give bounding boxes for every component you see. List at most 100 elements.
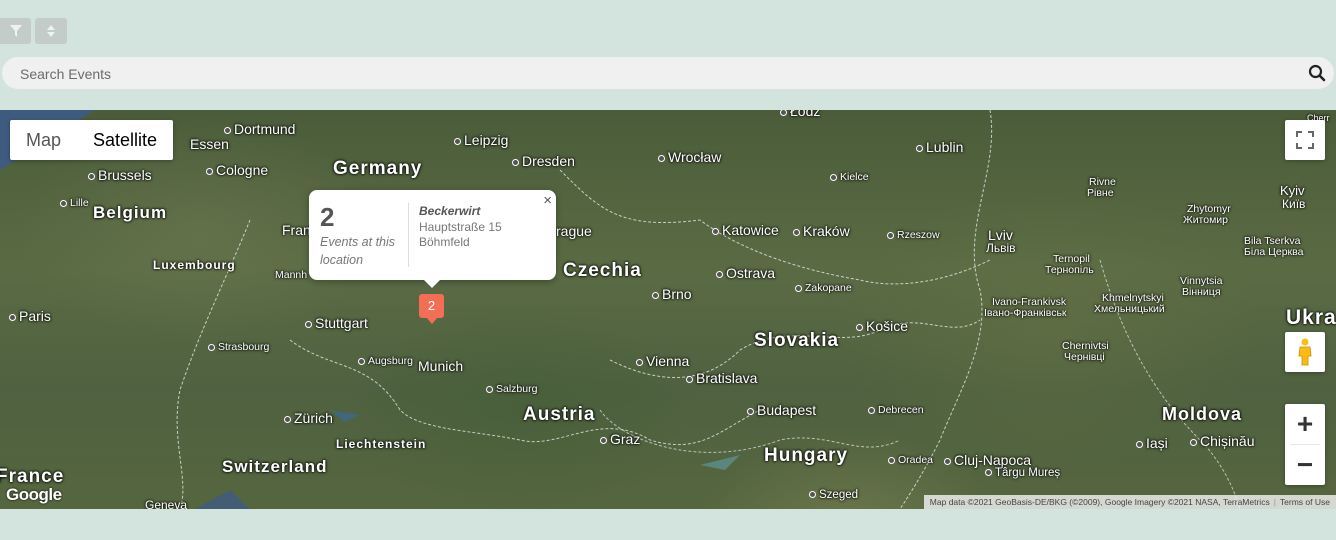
fullscreen-button[interactable] bbox=[1285, 120, 1325, 160]
label-austria: Austria bbox=[523, 404, 596, 425]
label-augsburg: Augsburg bbox=[358, 356, 413, 367]
label-germany: Germany bbox=[333, 158, 423, 179]
label-frankfurt: Fran bbox=[282, 222, 311, 238]
terms-link[interactable]: Terms of Use bbox=[1280, 497, 1330, 507]
label-vinnytsia: Vinnytsia bbox=[1180, 275, 1223, 287]
map-attribution: Map data ©2021 GeoBasis-DE/BKG (©2009), … bbox=[923, 495, 1336, 509]
label-cluj-napoca: Cluj-Napoca bbox=[944, 452, 1031, 468]
label-targu-mures: Târgu Mureș bbox=[985, 467, 1060, 479]
label-ivano-frankivsk-uk: Івано-Франківськ bbox=[984, 307, 1067, 319]
label-essen: Essen bbox=[190, 136, 229, 152]
label-mannheim: Mannh bbox=[275, 269, 308, 281]
search-icon[interactable] bbox=[1308, 64, 1326, 82]
label-dresden: Dresden bbox=[512, 153, 575, 169]
label-zhytomyr: Zhytomyr bbox=[1187, 203, 1231, 215]
label-lviv-uk: Львів bbox=[986, 241, 1016, 255]
label-slovakia: Slovakia bbox=[754, 330, 840, 351]
label-iasi: Iași bbox=[1136, 435, 1168, 451]
label-geneva: Geneva bbox=[145, 498, 188, 509]
address-line-2: Böhmfeld bbox=[419, 235, 470, 249]
label-chernivtsi: Chernivtsi bbox=[1062, 340, 1109, 352]
map-type-control: Map Satellite bbox=[10, 120, 174, 160]
label-hungary: Hungary bbox=[764, 445, 849, 466]
label-vinnytsia-uk: Вінниця bbox=[1182, 286, 1221, 298]
zoom-in-button[interactable]: + bbox=[1285, 404, 1325, 444]
label-wroclaw: Wrocław bbox=[658, 149, 721, 165]
label-luxembourg: Luxembourg bbox=[153, 258, 236, 272]
label-kosice: Košice bbox=[856, 318, 908, 334]
label-ternopil: Ternopil bbox=[1053, 253, 1090, 265]
label-zhytomyr-uk: Житомир bbox=[1183, 214, 1229, 226]
address-line-1: Hauptstraße 15 bbox=[419, 220, 502, 234]
label-zakopane: Zakopane bbox=[795, 283, 852, 294]
filter-icon bbox=[9, 25, 22, 37]
label-krakow: Kraków bbox=[793, 223, 850, 239]
info-divider bbox=[408, 203, 409, 267]
label-ukraine: Ukra bbox=[1286, 306, 1336, 329]
close-icon[interactable]: × bbox=[543, 192, 552, 209]
label-zurich: Zürich bbox=[284, 410, 333, 426]
label-rivne-uk: Рівне bbox=[1087, 187, 1114, 199]
label-khmelnytskyi-uk: Хмельницький bbox=[1094, 303, 1165, 315]
label-katowice: Katowice bbox=[712, 222, 779, 238]
label-szeged: Szeged bbox=[809, 489, 858, 501]
label-chisinau: Chișinău bbox=[1190, 433, 1254, 449]
search-bar bbox=[2, 57, 1334, 91]
pegman-icon bbox=[1298, 338, 1312, 366]
label-liechtenstein: Liechtenstein bbox=[336, 437, 427, 451]
label-czechia: Czechia bbox=[563, 260, 642, 281]
map-canvas[interactable]: Germany Czechia Slovakia Austria Hungary… bbox=[0, 110, 1336, 509]
label-lodz: Łódź bbox=[780, 110, 820, 119]
attribution-text: Map data ©2021 GeoBasis-DE/BKG (©2009), … bbox=[929, 497, 1270, 507]
label-budapest: Budapest bbox=[747, 402, 816, 418]
label-belgium: Belgium bbox=[93, 203, 168, 222]
toolbar bbox=[0, 18, 67, 44]
label-moldova: Moldova bbox=[1162, 404, 1243, 424]
zoom-out-button[interactable]: − bbox=[1285, 445, 1325, 485]
google-logo: Google bbox=[6, 485, 62, 504]
label-graz: Graz bbox=[600, 431, 640, 447]
event-marker[interactable]: 2 bbox=[419, 294, 444, 324]
label-debrecen: Debrecen bbox=[868, 405, 924, 416]
label-bila-tserkva: Bila Tserkva bbox=[1244, 235, 1301, 247]
label-paris: Paris bbox=[9, 308, 51, 324]
label-lille: Lille bbox=[60, 198, 89, 209]
venue-address: Hauptstraße 15 Böhmfeld bbox=[419, 220, 502, 250]
fullscreen-icon bbox=[1296, 131, 1314, 149]
label-oradea: Oradea bbox=[888, 455, 933, 466]
venue-name: Beckerwirt bbox=[419, 204, 481, 218]
label-vienna: Vienna bbox=[636, 353, 689, 369]
label-leipzig: Leipzig bbox=[454, 132, 508, 148]
zoom-control: + − bbox=[1285, 404, 1325, 485]
label-rivne: Rivne bbox=[1089, 176, 1116, 188]
label-munich: Munich bbox=[418, 358, 464, 374]
label-salzburg: Salzburg bbox=[486, 384, 537, 395]
street-view-button[interactable] bbox=[1285, 332, 1325, 372]
filter-button[interactable] bbox=[0, 18, 31, 44]
map-type-satellite-button[interactable]: Satellite bbox=[77, 120, 173, 160]
search-input[interactable] bbox=[18, 57, 1292, 91]
sort-icon bbox=[47, 25, 55, 37]
label-lublin: Lublin bbox=[916, 139, 963, 155]
label-bratislava: Bratislava bbox=[686, 370, 757, 386]
label-stuttgart: Stuttgart bbox=[305, 315, 368, 331]
label-dortmund: Dortmund bbox=[224, 121, 295, 137]
label-kyiv-uk: Київ bbox=[1282, 197, 1306, 211]
label-kyiv: Kyiv bbox=[1280, 183, 1305, 198]
sort-button[interactable] bbox=[35, 18, 67, 44]
event-count: 2 bbox=[320, 202, 335, 232]
label-kielce: Kielce bbox=[830, 172, 869, 183]
label-prague: rague bbox=[556, 223, 592, 239]
event-count-label: Events at this location bbox=[320, 235, 396, 267]
label-switzerland: Switzerland bbox=[222, 457, 328, 476]
info-window: 2 Events at this location Beckerwirt Hau… bbox=[309, 190, 556, 288]
label-ivano-frankivsk: Ivano-Frankivsk bbox=[992, 296, 1067, 308]
label-brussels: Brussels bbox=[88, 167, 152, 183]
label-ternopil-uk: Тернопіль bbox=[1045, 264, 1094, 276]
label-rzeszow: Rzeszow bbox=[887, 230, 940, 241]
label-brno: Brno bbox=[652, 286, 692, 302]
label-cologne: Cologne bbox=[206, 162, 268, 178]
label-khmelnytskyi: Khmelnytskyi bbox=[1102, 292, 1164, 304]
map-type-map-button[interactable]: Map bbox=[10, 120, 77, 160]
label-chernivtsi-uk: Чернівці bbox=[1064, 351, 1105, 363]
